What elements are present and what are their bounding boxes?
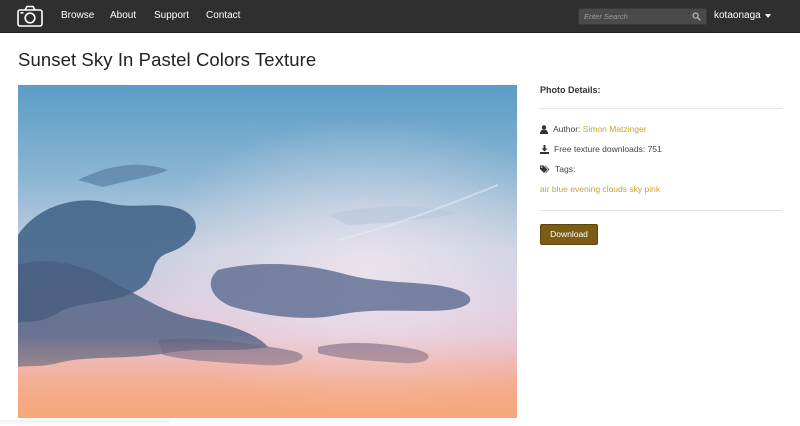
search-icon[interactable]: [692, 12, 701, 21]
tags-row: Tags:: [540, 163, 575, 175]
top-navbar: Browse About Support Contact kotaonaga: [0, 0, 800, 33]
author-label: Author:: [553, 124, 581, 134]
chevron-down-icon: [764, 13, 771, 18]
tag-link[interactable]: evening: [570, 184, 600, 194]
downloads-count: 751: [647, 144, 662, 154]
downloads-row: Free texture downloads: 751: [540, 143, 662, 155]
author-row: Author: Simon Matzinger: [540, 123, 647, 135]
search-box: [578, 8, 707, 25]
tag-link[interactable]: clouds: [602, 184, 627, 194]
details-divider-bottom: [540, 210, 782, 211]
tag-link[interactable]: pink: [645, 184, 661, 194]
photo-details-heading: Photo Details:: [540, 85, 601, 95]
texture-photo[interactable]: [18, 85, 517, 418]
search-input[interactable]: [579, 9, 694, 24]
nav-link-support[interactable]: Support: [154, 9, 189, 22]
bottom-shadow: [0, 420, 170, 426]
tags-label: Tags:: [555, 164, 576, 174]
details-divider-top: [540, 108, 782, 109]
downloads-label: Free texture downloads:: [554, 144, 646, 154]
user-menu[interactable]: kotaonaga: [714, 9, 771, 22]
tag-link[interactable]: blue: [552, 184, 568, 194]
author-link[interactable]: Simon Matzinger: [583, 123, 647, 135]
tag-link[interactable]: air: [540, 184, 549, 194]
username-label: kotaonaga: [714, 10, 761, 21]
user-icon: [540, 124, 548, 134]
nav-link-about[interactable]: About: [110, 9, 136, 22]
nav-link-contact[interactable]: Contact: [206, 9, 240, 22]
download-icon: [540, 144, 549, 154]
tags-icon: [540, 165, 550, 173]
page-title: Sunset Sky In Pastel Colors Texture: [18, 49, 317, 70]
tag-list: air blue evening clouds sky pink: [540, 183, 660, 195]
tag-link[interactable]: sky: [629, 184, 642, 194]
camera-icon[interactable]: [17, 5, 43, 27]
nav-link-browse[interactable]: Browse: [61, 9, 94, 22]
download-button[interactable]: Download: [540, 224, 598, 245]
